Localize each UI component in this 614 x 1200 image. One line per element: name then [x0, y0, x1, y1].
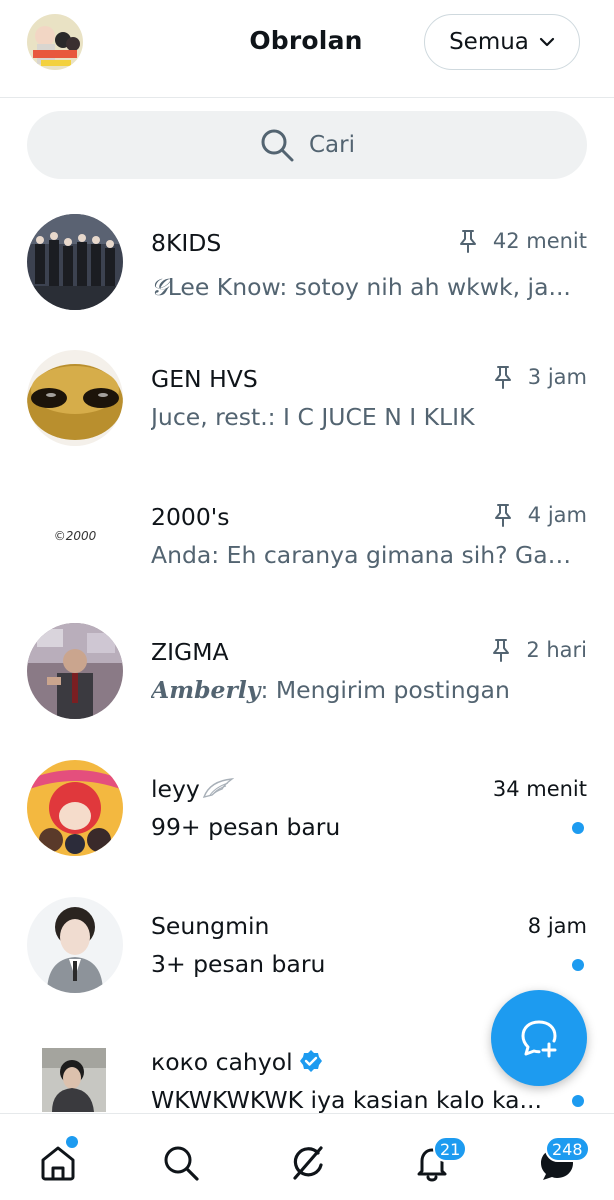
- avatar: [27, 623, 123, 719]
- chat-meta: 2 hari: [490, 638, 587, 662]
- unread-indicator: [572, 1095, 584, 1107]
- unread-indicator: [572, 822, 584, 834]
- search-input[interactable]: Cari: [27, 111, 587, 179]
- messages-badge: 248: [545, 1136, 590, 1162]
- chat-preview: 99+ pesan baru: [151, 813, 341, 841]
- pin-icon: [459, 230, 476, 253]
- notifications-badge: 21: [433, 1136, 468, 1162]
- pin-icon: [494, 366, 511, 389]
- search-icon: [261, 129, 294, 162]
- avatar: [27, 760, 123, 856]
- chat-name: Seungmin: [151, 912, 270, 940]
- avatar: [42, 1048, 106, 1112]
- chat-time: 34 menit: [492, 777, 587, 801]
- chat-item-leyy[interactable]: leyy 34 menit 99+ pesan baru: [0, 751, 614, 887]
- new-chat-icon: [521, 1020, 557, 1058]
- chat-name: GEN HVS: [151, 365, 258, 393]
- top-bar: Obrolan Semua: [0, 0, 614, 98]
- pin-icon: [494, 504, 511, 527]
- chat-name: 2000's: [151, 503, 230, 531]
- unread-indicator: [572, 959, 584, 971]
- chat-time: 8 jam: [527, 914, 587, 938]
- pin-icon: [493, 639, 510, 662]
- chat-name: leyy: [151, 775, 235, 803]
- avatar: ©2000: [27, 488, 123, 584]
- bottom-navigation: [0, 1113, 614, 1200]
- chat-meta: 3 jam: [492, 365, 587, 389]
- preview-text: : Mengirim postingan: [260, 676, 510, 704]
- chevron-down-icon: [539, 37, 555, 47]
- chat-time: 2 hari: [526, 638, 587, 662]
- chat-time: 42 menit: [492, 229, 587, 253]
- home-icon: [41, 1146, 75, 1181]
- sender-signature: Amberly: [151, 676, 261, 704]
- chat-preview: Amberly: Mengirim postingan: [151, 676, 581, 704]
- chat-filter-dropdown[interactable]: Semua: [424, 14, 580, 70]
- nav-search[interactable]: [159, 1141, 203, 1185]
- chat-preview: 𝒢Lee Know: sotoy nih ah wkwk, ja...: [151, 273, 581, 301]
- chat-time: 3 jam: [527, 365, 587, 389]
- avatar-logo-text: ©2000: [53, 529, 97, 543]
- filter-label: Semua: [449, 29, 529, 55]
- chat-item-gen-hvs[interactable]: GEN HVS 3 jam Juce, rest.: I C JUCE N I …: [0, 341, 614, 477]
- search-icon: [164, 1146, 199, 1181]
- chat-preview: Juce, rest.: I C JUCE N I KLIK: [151, 403, 475, 431]
- sender-signature: 𝒢: [151, 273, 168, 301]
- chat-name-text: leyy: [151, 775, 200, 803]
- avatar: [27, 897, 123, 993]
- avatar: [27, 350, 123, 446]
- chat-item-zigma[interactable]: ZIGMA 2 hari Amberly: Mengirim postingan: [0, 614, 614, 750]
- new-message-button[interactable]: [491, 990, 587, 1086]
- chat-preview: WKWKWKWK iya kasian kalo ka...: [151, 1086, 542, 1113]
- search-placeholder: Cari: [309, 132, 355, 158]
- avatar: [27, 214, 123, 310]
- chat-name: кокo cahyol: [151, 1048, 323, 1076]
- chat-meta: 4 jam: [492, 503, 587, 527]
- chat-item-2000s[interactable]: ©2000 2000's 4 jam Anda: Eh caranya gima…: [0, 479, 614, 615]
- chat-meta: 34 menit: [493, 777, 587, 801]
- home-unread-dot: [66, 1136, 78, 1148]
- grok-icon: [293, 1146, 323, 1180]
- chat-name: 8KIDS: [151, 229, 222, 257]
- wing-emoji-icon: [202, 778, 235, 799]
- chat-preview: Anda: Eh caranya gimana sih? Gak ...: [151, 541, 581, 569]
- chat-name-text: кокo cahyol: [151, 1048, 293, 1076]
- chat-time: 4 jam: [527, 503, 587, 527]
- chat-meta: 42 menit: [457, 229, 587, 253]
- chat-preview: 3+ pesan baru: [151, 950, 326, 978]
- chat-meta: 8 jam: [528, 914, 587, 938]
- preview-text: Lee Know: sotoy nih ah wkwk, ja...: [167, 273, 571, 301]
- verified-badge-icon: [299, 1050, 322, 1072]
- chat-item-8kids[interactable]: 8KIDS 42 menit 𝒢Lee Know: sotoy nih ah w…: [0, 205, 614, 341]
- nav-grok[interactable]: [286, 1141, 330, 1185]
- chat-name: ZIGMA: [151, 638, 229, 666]
